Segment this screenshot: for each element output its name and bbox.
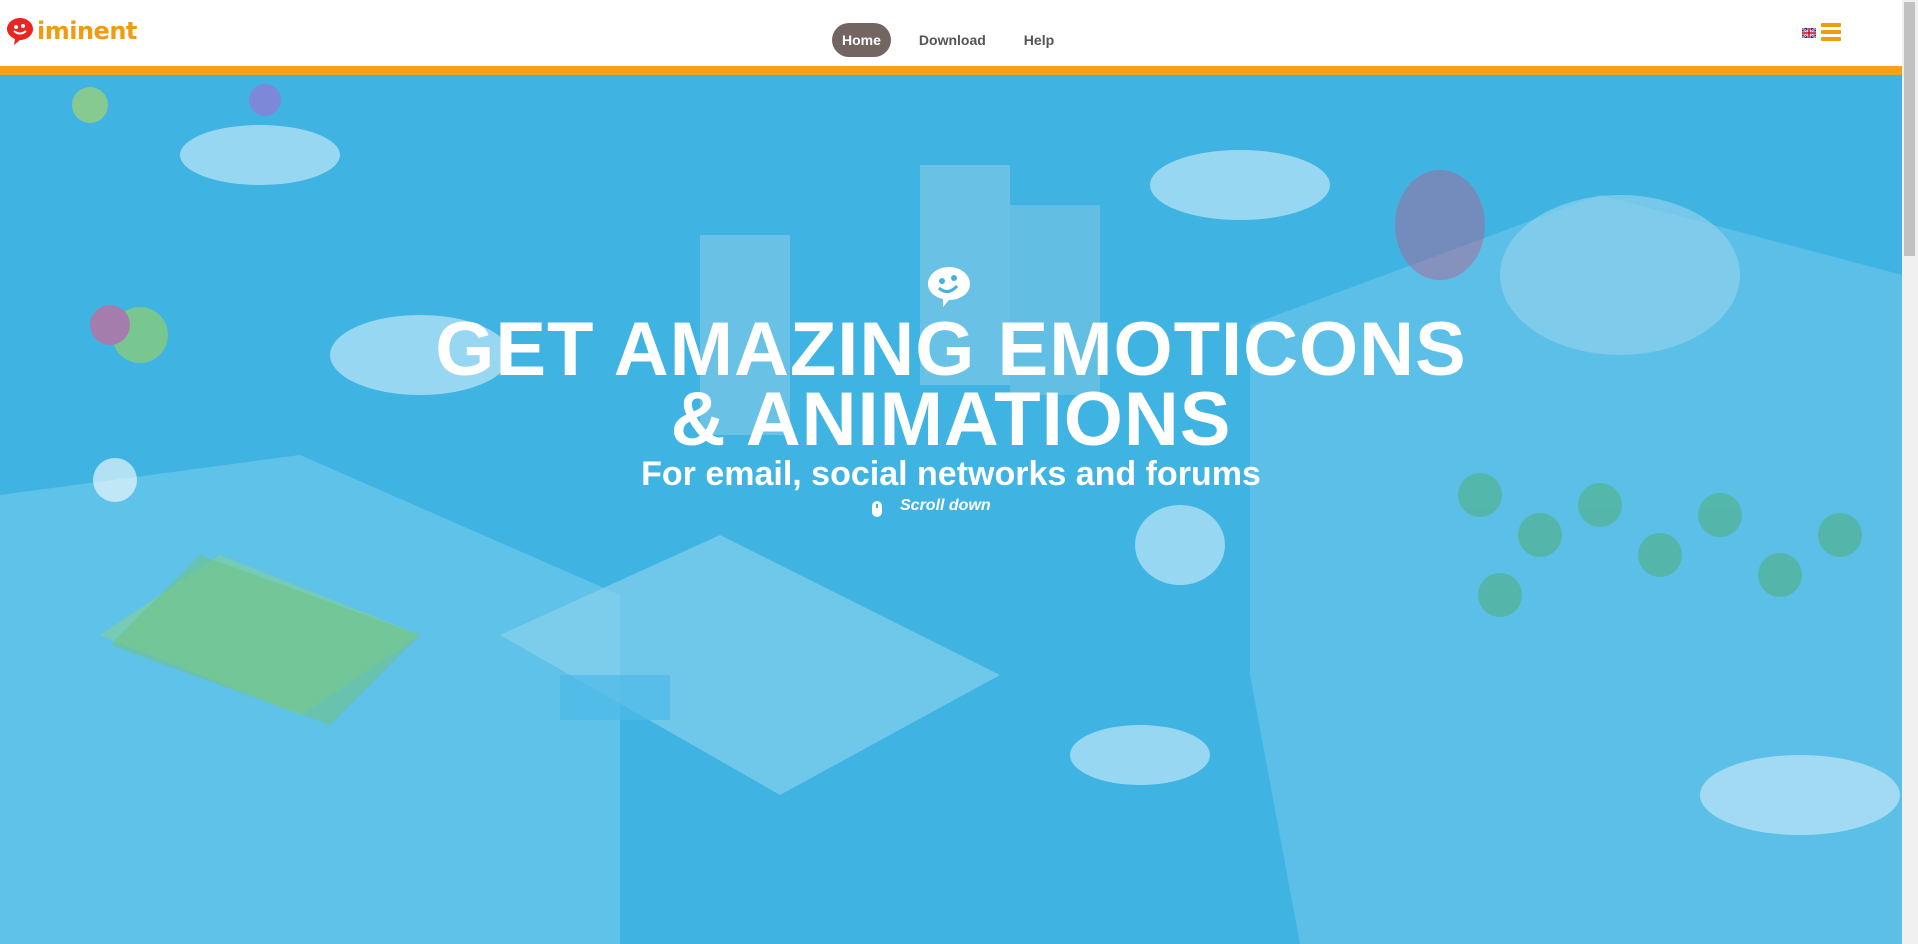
scrollbar-thumb[interactable] — [1904, 2, 1915, 256]
uk-flag-icon[interactable] — [1802, 28, 1816, 38]
iminent-logo[interactable]: iminent — [5, 16, 137, 46]
hero-headline-line2: & ANIMATIONS — [670, 377, 1232, 462]
logo-bubble-icon — [7, 18, 33, 45]
nav-home[interactable]: Home — [832, 23, 891, 57]
hero-section: GET AMAZING EMOTICONS & ANIMATIONS For e… — [0, 75, 1902, 944]
hero-headline: GET AMAZING EMOTICONS & ANIMATIONS — [0, 307, 1902, 462]
header-accent-bar — [0, 66, 1902, 75]
site-header: iminent Home Download Help — [0, 0, 1902, 66]
scroll-down-link[interactable]: Scroll down — [872, 495, 991, 517]
scroll-down-label: Scroll down — [900, 497, 991, 514]
nav-download[interactable]: Download — [909, 23, 996, 57]
hero-headline-line1: GET AMAZING EMOTICONS — [435, 307, 1467, 392]
page-scrollbar[interactable] — [1902, 0, 1918, 944]
hero-subline: For email, social networks and forums — [641, 455, 1261, 493]
mouse-icon — [872, 501, 882, 517]
main-nav: Home Download Help — [832, 23, 1082, 57]
speech-bubble-smiley-icon — [928, 267, 970, 307]
hamburger-menu-icon[interactable] — [1821, 23, 1841, 41]
nav-help[interactable]: Help — [1014, 23, 1064, 57]
page: iminent Home Download Help GET AMAZING E… — [0, 0, 1918, 944]
header-actions — [1802, 23, 1841, 41]
logo-text: iminent — [37, 17, 137, 45]
